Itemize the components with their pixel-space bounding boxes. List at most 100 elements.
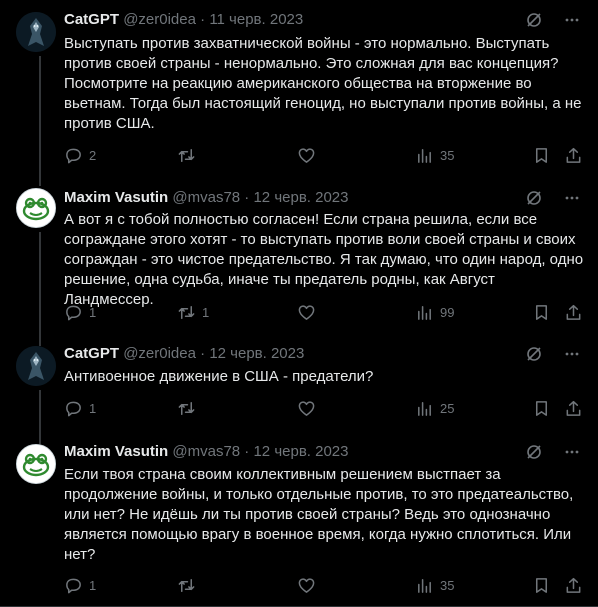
like-button[interactable] — [297, 145, 322, 165]
views-icon — [418, 148, 431, 163]
reply-icon — [66, 148, 81, 163]
header-actions — [524, 10, 582, 30]
thread-line — [39, 438, 41, 444]
tweet-text: Антивоенное движение в США - предатели? — [64, 368, 374, 385]
retweet-button[interactable] — [177, 398, 202, 418]
header-actions — [524, 188, 582, 208]
reply-count: 2 — [89, 147, 97, 163]
tweet-header: CatGPT @zer0idea · 12 черв. 2023 — [64, 344, 582, 364]
heart-icon — [298, 577, 315, 593]
share-button[interactable] — [564, 302, 583, 322]
tweet[interactable]: Maxim Vasutin @mvas78 · 12 черв. 2023 А … — [0, 178, 598, 340]
reply-button[interactable]: 1 — [64, 302, 96, 322]
more-icon[interactable] — [562, 10, 582, 30]
retweet-icon — [178, 401, 195, 415]
avatar[interactable] — [16, 188, 56, 228]
share-icon — [566, 304, 581, 320]
grok-icon[interactable] — [524, 188, 544, 208]
separator: · — [244, 443, 250, 460]
like-button[interactable] — [297, 575, 322, 595]
bookmark-button[interactable] — [532, 302, 551, 322]
bookmark-icon — [535, 304, 548, 320]
views-button[interactable]: 25 — [415, 398, 454, 418]
author-handle[interactable]: @zer0idea — [123, 11, 196, 28]
tweet-actions: 1 1 99 — [64, 302, 582, 322]
tweet-actions: 1 25 — [64, 398, 582, 418]
thread-line — [39, 390, 41, 438]
grok-icon[interactable] — [524, 344, 544, 364]
share-icon — [566, 400, 581, 416]
views-count: 25 — [440, 400, 455, 416]
bookmark-icon — [535, 577, 548, 593]
tweet-text: Если твоя страна своим коллективным реше… — [64, 466, 574, 563]
separator: · — [200, 11, 206, 28]
grok-icon[interactable] — [524, 442, 544, 462]
retweet-button[interactable]: 1 — [177, 302, 209, 322]
frog-avatar-icon — [17, 445, 55, 483]
grok-icon[interactable] — [524, 10, 544, 30]
thread-line — [39, 340, 41, 346]
avatar[interactable] — [16, 12, 56, 52]
views-count: 35 — [440, 577, 455, 593]
reply-button[interactable]: 1 — [64, 575, 96, 595]
tweet[interactable]: Maxim Vasutin @mvas78 · 12 черв. 2023 Ес… — [0, 438, 598, 607]
heart-icon — [298, 304, 315, 320]
views-button[interactable]: 35 — [415, 575, 454, 595]
views-button[interactable]: 35 — [415, 145, 454, 165]
retweet-button[interactable] — [177, 575, 202, 595]
author-name[interactable]: CatGPT — [64, 345, 119, 362]
share-button[interactable] — [564, 145, 583, 165]
retweet-button[interactable] — [177, 145, 202, 165]
separator: · — [200, 345, 206, 362]
tweet-date[interactable]: 12 черв. 2023 — [253, 189, 348, 206]
bookmark-icon — [535, 147, 548, 163]
tweet-actions: 2 35 — [64, 145, 582, 165]
share-button[interactable] — [564, 575, 583, 595]
retweet-count: 1 — [202, 304, 210, 320]
share-icon — [566, 577, 581, 593]
share-button[interactable] — [564, 398, 583, 418]
author-handle[interactable]: @zer0idea — [123, 345, 196, 362]
author-handle[interactable]: @mvas78 — [172, 189, 240, 206]
more-icon[interactable] — [562, 442, 582, 462]
tweet[interactable]: CatGPT @zer0idea · 12 черв. 2023 Антивое… — [0, 340, 598, 438]
retweet-icon — [178, 305, 195, 319]
tweet-date[interactable]: 12 черв. 2023 — [253, 443, 348, 460]
header-actions — [524, 344, 582, 364]
views-icon — [418, 401, 431, 416]
avatar[interactable] — [16, 444, 56, 484]
author-name[interactable]: CatGPT — [64, 11, 119, 28]
views-icon — [418, 305, 431, 320]
like-button[interactable] — [297, 302, 322, 322]
tweet-date[interactable]: 11 черв. 2023 — [209, 11, 303, 28]
tweet-header: Maxim Vasutin @mvas78 · 12 черв. 2023 — [64, 442, 582, 462]
author-handle[interactable]: @mvas78 — [172, 443, 240, 460]
reply-button[interactable]: 2 — [64, 145, 96, 165]
retweet-icon — [178, 578, 195, 592]
retweet-icon — [178, 148, 195, 162]
more-icon[interactable] — [562, 344, 582, 364]
separator: · — [244, 189, 250, 206]
thread-line — [39, 56, 41, 178]
reply-icon — [66, 401, 81, 416]
thread-line — [39, 232, 41, 340]
author-name[interactable]: Maxim Vasutin — [64, 443, 168, 460]
reply-icon — [66, 578, 81, 593]
tweet[interactable]: CatGPT @zer0idea · 11 черв. 2023 Выступа… — [0, 0, 598, 178]
tweet-date[interactable]: 12 черв. 2023 — [209, 345, 304, 362]
like-button[interactable] — [297, 398, 322, 418]
tweet-header: Maxim Vasutin @mvas78 · 12 черв. 2023 — [64, 188, 582, 208]
more-icon[interactable] — [562, 188, 582, 208]
bookmark-icon — [535, 400, 548, 416]
heart-icon — [298, 147, 315, 163]
avatar[interactable] — [16, 346, 56, 386]
reply-button[interactable]: 1 — [64, 398, 96, 418]
reply-count: 1 — [89, 304, 97, 320]
author-name[interactable]: Maxim Vasutin — [64, 189, 168, 206]
bookmark-button[interactable] — [532, 398, 551, 418]
bookmark-button[interactable] — [532, 575, 551, 595]
tweet-text: Выступать против захватнической войны - … — [64, 35, 582, 132]
frog-avatar-icon — [17, 189, 55, 227]
views-button[interactable]: 99 — [415, 302, 454, 322]
bookmark-button[interactable] — [532, 145, 551, 165]
